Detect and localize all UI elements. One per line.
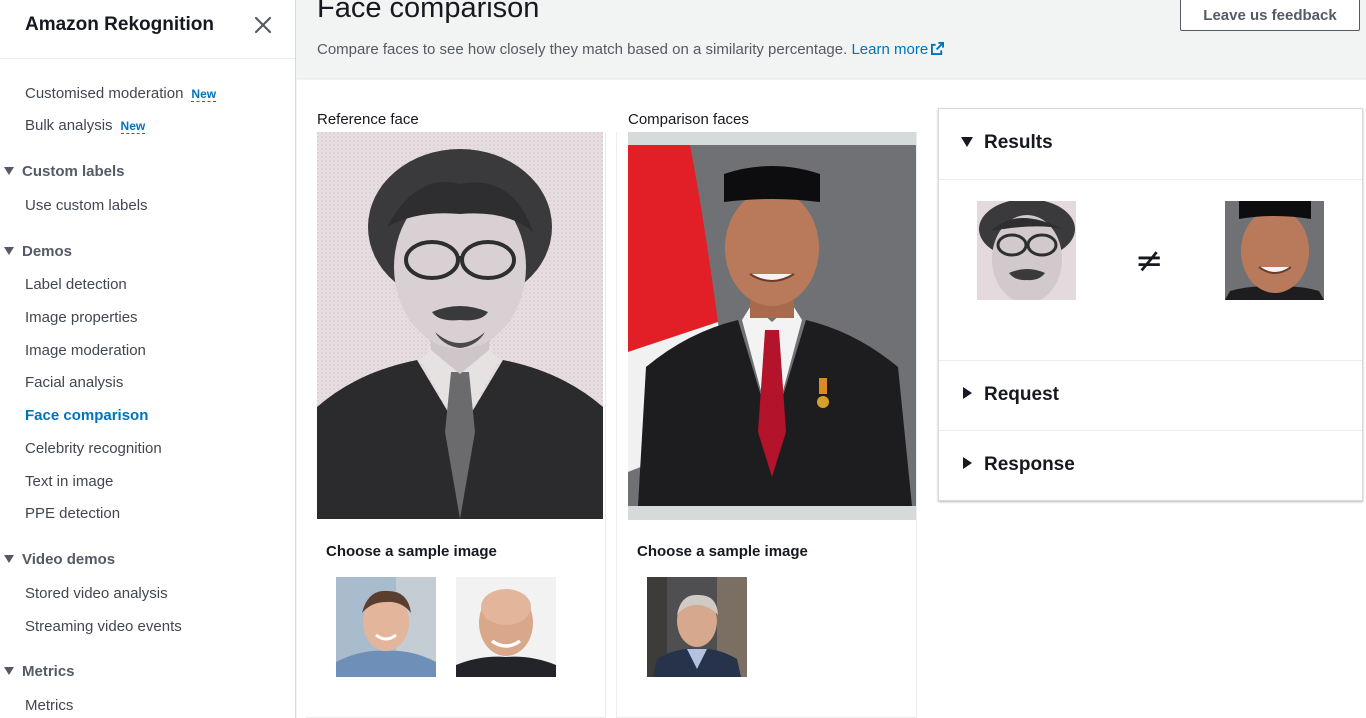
results-title: Results: [984, 132, 1053, 153]
sidebar-header: Amazon Rekognition: [0, 0, 295, 59]
section-label: Custom labels: [22, 163, 125, 180]
results-panel: Results ≠ Request Response: [938, 108, 1363, 501]
close-sidebar-button[interactable]: [253, 15, 273, 35]
page-description: Compare faces to see how closely they ma…: [317, 41, 945, 58]
sidebar-item-stored-video-analysis[interactable]: Stored video analysis: [25, 585, 168, 602]
caret-down-icon: [961, 137, 973, 147]
not-equal-icon: ≠: [1135, 241, 1164, 281]
sidebar-item-image-moderation[interactable]: Image moderation: [25, 342, 146, 359]
request-title: Request: [984, 384, 1059, 405]
result-comparison-face: [1225, 201, 1324, 300]
sample-bald-man-image: [456, 577, 556, 677]
external-link-icon: [931, 42, 945, 55]
caret-right-icon: [963, 457, 972, 469]
response-section-header[interactable]: Response: [939, 431, 1362, 501]
sidebar-item-face-comparison[interactable]: Face comparison: [25, 407, 148, 424]
section-label: Demos: [22, 243, 73, 260]
section-label: Metrics: [22, 663, 75, 680]
app-root: Amazon Rekognition Customised moderation…: [0, 0, 1366, 718]
caret-down-icon: [4, 167, 14, 175]
page-header: Face comparison Compare faces to see how…: [297, 0, 1366, 79]
sidebar-item-label: Customised moderation: [25, 85, 184, 102]
sidebar-item-label: Bulk analysis: [25, 117, 113, 134]
sidebar-item-label-detection[interactable]: Label detection: [25, 276, 127, 293]
comparison-photo-graphic: [628, 132, 916, 520]
request-section-header[interactable]: Request: [939, 361, 1362, 431]
sample-man-smiling-image: [336, 577, 436, 677]
section-demos[interactable]: Demos: [4, 243, 72, 260]
reference-face-image: [317, 132, 603, 519]
learn-more-link[interactable]: Learn more: [851, 41, 945, 58]
result-reference-face: [977, 201, 1076, 300]
sidebar-item-use-custom-labels[interactable]: Use custom labels: [25, 197, 148, 214]
results-section-header[interactable]: Results: [939, 109, 1362, 179]
description-text: Compare faces to see how closely they ma…: [317, 41, 848, 58]
comparison-sample-thumb-1[interactable]: [647, 577, 747, 677]
close-icon: [254, 16, 272, 34]
result-reference-face-graphic: [977, 201, 1076, 300]
sidebar-item-customised-moderation[interactable]: Customised moderation New: [25, 85, 217, 102]
section-custom-labels[interactable]: Custom labels: [4, 163, 125, 180]
section-video-demos[interactable]: Video demos: [4, 551, 115, 568]
section-metrics[interactable]: Metrics: [4, 663, 75, 680]
side-navigation: Amazon Rekognition Customised moderation…: [0, 0, 296, 718]
new-badge: New: [191, 87, 217, 102]
sidebar-item-streaming-video-events[interactable]: Streaming video events: [25, 618, 182, 635]
sidebar-item-text-in-image[interactable]: Text in image: [25, 473, 113, 490]
reference-face-label: Reference face: [317, 111, 419, 128]
reference-photo-graphic: [317, 132, 603, 519]
sidebar-item-ppe-detection[interactable]: PPE detection: [25, 505, 120, 522]
comparison-face-image: [628, 132, 916, 520]
page-title: Face comparison: [317, 0, 540, 24]
reference-sample-title: Choose a sample image: [326, 543, 497, 560]
reference-sample-thumb-2[interactable]: [456, 577, 556, 677]
caret-right-icon: [963, 387, 972, 399]
sidebar-item-celebrity-recognition[interactable]: Celebrity recognition: [25, 440, 162, 457]
sidebar-item-metrics[interactable]: Metrics: [25, 697, 73, 714]
leave-feedback-button[interactable]: Leave us feedback: [1180, 0, 1360, 31]
result-comparison-face-graphic: [1225, 201, 1324, 300]
response-title: Response: [984, 454, 1075, 475]
sidebar-item-facial-analysis[interactable]: Facial analysis: [25, 374, 123, 391]
sidebar-title: Amazon Rekognition: [25, 14, 214, 35]
sidebar-item-bulk-analysis[interactable]: Bulk analysis New: [25, 117, 146, 134]
comparison-faces-label: Comparison faces: [628, 111, 749, 128]
caret-down-icon: [4, 555, 14, 563]
learn-more-label: Learn more: [851, 41, 929, 58]
reference-sample-thumb-1[interactable]: [336, 577, 436, 677]
caret-down-icon: [4, 667, 14, 675]
results-divider: [939, 179, 1362, 180]
sample-man-suit-image: [647, 577, 747, 677]
comparison-sample-title: Choose a sample image: [637, 543, 808, 560]
sidebar-item-image-properties[interactable]: Image properties: [25, 309, 138, 326]
new-badge: New: [120, 119, 146, 134]
caret-down-icon: [4, 247, 14, 255]
section-label: Video demos: [22, 551, 116, 568]
